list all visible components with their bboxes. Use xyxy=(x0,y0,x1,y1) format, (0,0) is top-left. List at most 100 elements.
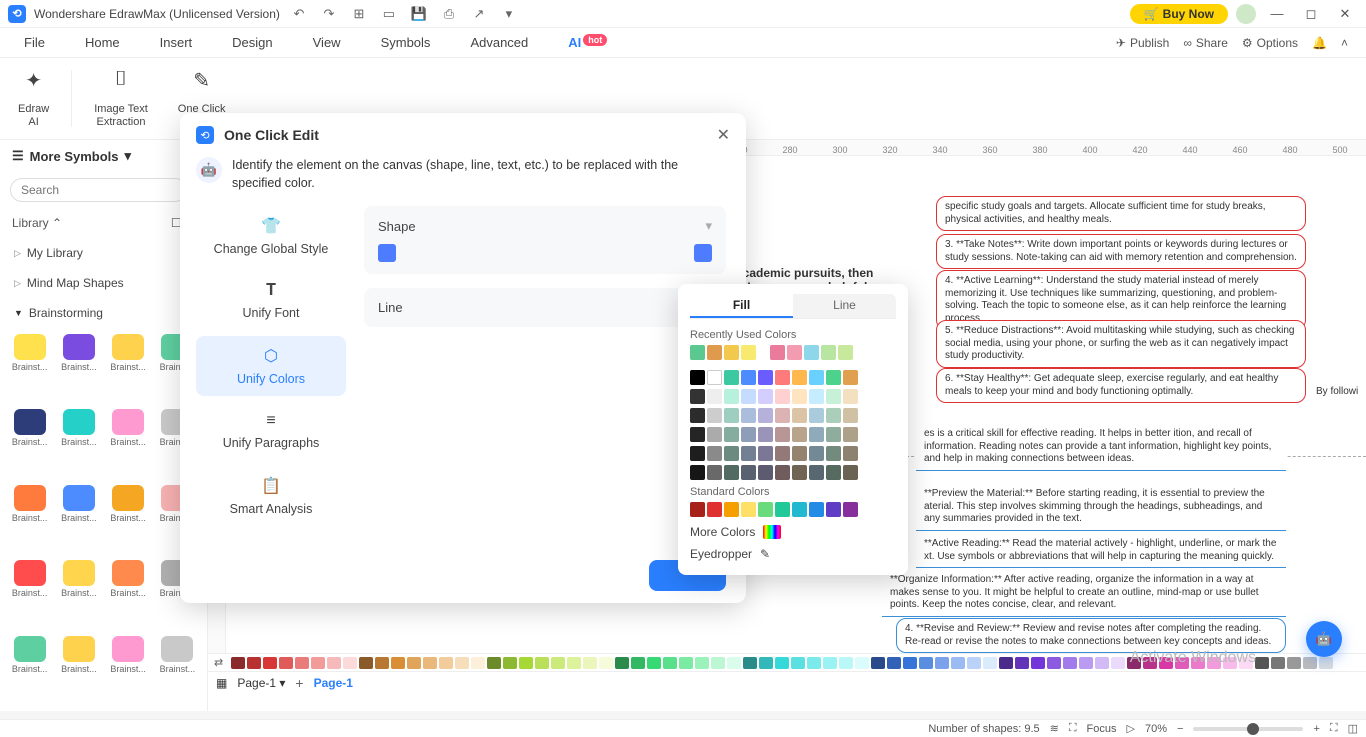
palette-swatch[interactable] xyxy=(807,657,821,669)
palette-swatch[interactable] xyxy=(679,657,693,669)
new-icon[interactable]: ⊞ xyxy=(348,3,370,25)
standard-color-swatch[interactable] xyxy=(724,502,739,517)
opt-unify-font[interactable]: 𝐓Unify Font xyxy=(196,272,346,330)
palette-swatch[interactable] xyxy=(1271,657,1285,669)
palette-swatch[interactable] xyxy=(647,657,661,669)
mind-node-2[interactable]: specific study goals and targets. Alloca… xyxy=(936,196,1306,231)
mind-node-b1[interactable]: es is a critical skill for effective rea… xyxy=(916,424,1286,471)
shade-color-swatch[interactable] xyxy=(741,389,756,404)
ai-chat-float-button[interactable]: 🤖 xyxy=(1306,621,1342,657)
shape-item[interactable]: Brainst... xyxy=(6,634,53,707)
mind-node-b2[interactable]: **Preview the Material:** Before startin… xyxy=(916,484,1286,531)
recent-color-swatch[interactable] xyxy=(690,345,705,360)
publish-button[interactable]: ✈ Publish xyxy=(1116,36,1169,50)
palette-swatch[interactable] xyxy=(935,657,949,669)
shape-item[interactable]: Brainst... xyxy=(105,483,152,556)
maximize-icon[interactable]: ◻ xyxy=(1298,3,1324,25)
shape-item[interactable]: Brainst... xyxy=(55,634,102,707)
palette-swatch[interactable] xyxy=(567,657,581,669)
shade-color-swatch[interactable] xyxy=(843,408,858,423)
library-header[interactable]: Library ⌃ xyxy=(12,216,62,230)
shape-color-from[interactable] xyxy=(378,244,396,262)
theme-color-swatch[interactable] xyxy=(741,370,756,385)
mind-node-3[interactable]: 3. **Take Notes**: Write down important … xyxy=(936,234,1306,269)
palette-swatch[interactable] xyxy=(631,657,645,669)
color-tab-line[interactable]: Line xyxy=(793,294,896,318)
palette-swatch[interactable] xyxy=(791,657,805,669)
palette-swatch[interactable] xyxy=(1303,657,1317,669)
palette-swatch[interactable] xyxy=(471,657,485,669)
shade-color-swatch[interactable] xyxy=(826,446,841,461)
theme-color-swatch[interactable] xyxy=(826,370,841,385)
redo-icon[interactable]: ↷ xyxy=(318,3,340,25)
more-icon[interactable]: ▾ xyxy=(498,3,520,25)
menu-design[interactable]: Design xyxy=(226,31,278,54)
recent-color-swatch[interactable] xyxy=(741,345,756,360)
add-page-button[interactable]: + xyxy=(295,675,303,691)
recent-color-swatch[interactable] xyxy=(707,345,722,360)
sidebar-brainstorming[interactable]: ▼Brainstorming xyxy=(0,298,207,328)
recent-color-swatch[interactable] xyxy=(770,345,785,360)
chevron-down-icon[interactable]: ▾ xyxy=(705,218,712,234)
palette-swatch[interactable] xyxy=(375,657,389,669)
shade-color-swatch[interactable] xyxy=(775,389,790,404)
shape-item[interactable]: Brainst... xyxy=(6,558,53,631)
ribbon-image-text[interactable]: ⌷ Image Text Extraction xyxy=(86,64,156,133)
shade-color-swatch[interactable] xyxy=(741,465,756,480)
palette-swatch[interactable] xyxy=(743,657,757,669)
avatar[interactable] xyxy=(1236,4,1256,24)
collapse-ribbon-icon[interactable]: ˄ xyxy=(1341,36,1348,50)
theme-color-swatch[interactable] xyxy=(758,370,773,385)
print-icon[interactable]: ⎙ xyxy=(438,3,460,25)
shade-color-swatch[interactable] xyxy=(792,446,807,461)
standard-color-swatch[interactable] xyxy=(758,502,773,517)
options-button[interactable]: ⚙ Options xyxy=(1242,36,1298,50)
dialog-close-icon[interactable]: ✕ xyxy=(717,125,730,145)
menu-file[interactable]: File xyxy=(18,31,51,54)
mind-node-b4[interactable]: **Organize Information:** After active r… xyxy=(882,570,1286,617)
palette-swatch[interactable] xyxy=(823,657,837,669)
play-icon[interactable]: ▷ xyxy=(1127,722,1135,735)
palette-swatch[interactable] xyxy=(327,657,341,669)
palette-swatch[interactable] xyxy=(311,657,325,669)
palette-swatch[interactable] xyxy=(455,657,469,669)
shape-item[interactable]: Brainst... xyxy=(154,634,201,707)
shade-color-swatch[interactable] xyxy=(775,408,790,423)
zoom-value[interactable]: 70% xyxy=(1145,723,1167,735)
mind-node-b5[interactable]: 4. **Revise and Review:** Review and rev… xyxy=(896,618,1286,653)
palette-swatch[interactable] xyxy=(503,657,517,669)
menu-insert[interactable]: Insert xyxy=(154,31,199,54)
shade-color-swatch[interactable] xyxy=(843,427,858,442)
palette-swatch[interactable] xyxy=(359,657,373,669)
page-tab-1[interactable]: Page-1 xyxy=(314,676,353,690)
page-dropdown[interactable]: Page-1 ▾ xyxy=(237,676,285,690)
palette-swatch[interactable] xyxy=(599,657,613,669)
theme-color-swatch[interactable] xyxy=(843,370,858,385)
menu-ai[interactable]: AIhot xyxy=(562,31,613,54)
shade-color-swatch[interactable] xyxy=(724,465,739,480)
palette-swatch[interactable] xyxy=(1287,657,1301,669)
open-icon[interactable]: ▭ xyxy=(378,3,400,25)
palette-swatch[interactable] xyxy=(903,657,917,669)
theme-color-swatch[interactable] xyxy=(690,370,705,385)
shape-item[interactable]: Brainst... xyxy=(55,407,102,480)
shade-color-swatch[interactable] xyxy=(775,446,790,461)
palette-swatch[interactable] xyxy=(967,657,981,669)
palette-swatch[interactable] xyxy=(423,657,437,669)
shade-color-swatch[interactable] xyxy=(724,389,739,404)
shade-color-swatch[interactable] xyxy=(741,446,756,461)
shade-color-swatch[interactable] xyxy=(792,465,807,480)
shade-color-swatch[interactable] xyxy=(792,408,807,423)
palette-swatch[interactable] xyxy=(663,657,677,669)
focus-icon[interactable]: ⛶ xyxy=(1069,722,1077,735)
zoom-in-icon[interactable]: + xyxy=(1313,723,1319,735)
shade-color-swatch[interactable] xyxy=(809,408,824,423)
shape-item[interactable]: Brainst... xyxy=(105,558,152,631)
palette-swatch[interactable] xyxy=(551,657,565,669)
mind-node-b3[interactable]: **Active Reading:** Read the material ac… xyxy=(916,534,1286,568)
palette-swatch[interactable] xyxy=(231,657,245,669)
shade-color-swatch[interactable] xyxy=(792,427,807,442)
palette-swatch[interactable] xyxy=(999,657,1013,669)
theme-color-swatch[interactable] xyxy=(724,370,739,385)
mind-node-6[interactable]: 6. **Stay Healthy**: Get adequate sleep,… xyxy=(936,368,1306,403)
